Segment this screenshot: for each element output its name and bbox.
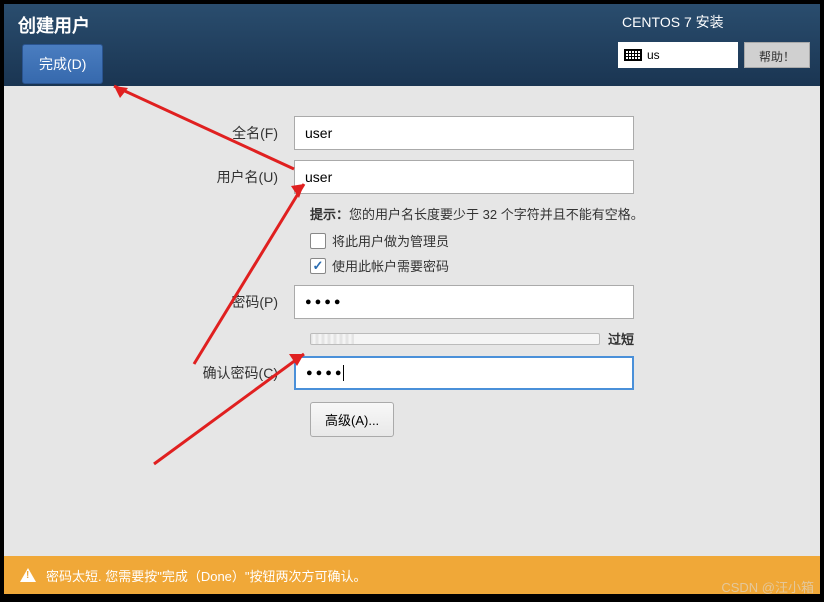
password-required-label: 使用此帐户需要密码 (332, 256, 449, 275)
done-button[interactable]: 完成(D) (22, 44, 103, 84)
password-strength-label: 过短 (608, 329, 634, 348)
password-label: 密码(P) (54, 292, 294, 312)
hint-prefix: 提示： (310, 207, 349, 222)
full-name-input[interactable] (294, 116, 634, 150)
keyboard-layout-text: us (647, 48, 660, 62)
page-title: 创建用户 (18, 12, 90, 38)
username-input[interactable] (294, 160, 634, 194)
password-dots: ●●●● (305, 296, 344, 308)
username-label: 用户名(U) (54, 167, 294, 187)
install-title: CENTOS 7 安装 (618, 12, 810, 32)
password-input[interactable]: ●●●● (294, 285, 634, 319)
full-name-label: 全名(F) (54, 123, 294, 143)
confirm-password-input[interactable]: ●●●● (294, 356, 634, 390)
warning-text: 密码太短. 您需要按"完成（Done）"按钮两次方可确认。 (46, 566, 367, 585)
username-hint: 提示：您的用户名长度要少于 32 个字符并且不能有空格。 (310, 204, 770, 223)
warning-icon (20, 568, 36, 582)
confirm-password-dots: ●●●● (306, 367, 345, 379)
header-bar: 创建用户 完成(D) CENTOS 7 安装 us 帮助！ (4, 4, 820, 86)
password-required-checkbox[interactable] (310, 258, 326, 274)
password-strength-bar (310, 333, 600, 345)
advanced-button[interactable]: 高级(A)... (310, 402, 394, 437)
help-button[interactable]: 帮助！ (744, 42, 810, 68)
watermark: CSDN @汪小箱 (721, 577, 814, 596)
header-right: CENTOS 7 安装 us 帮助！ (618, 12, 810, 68)
keyboard-icon (624, 49, 642, 61)
form-area: 全名(F) 用户名(U) 提示：您的用户名长度要少于 32 个字符并且不能有空格… (4, 86, 820, 437)
admin-checkbox-label: 将此用户做为管理员 (332, 231, 449, 250)
admin-checkbox[interactable] (310, 233, 326, 249)
warning-bar: 密码太短. 您需要按"完成（Done）"按钮两次方可确认。 (4, 556, 820, 594)
hint-text: 您的用户名长度要少于 32 个字符并且不能有空格。 (349, 207, 644, 222)
keyboard-layout-indicator[interactable]: us (618, 42, 738, 68)
confirm-password-label: 确认密码(C) (54, 363, 294, 383)
